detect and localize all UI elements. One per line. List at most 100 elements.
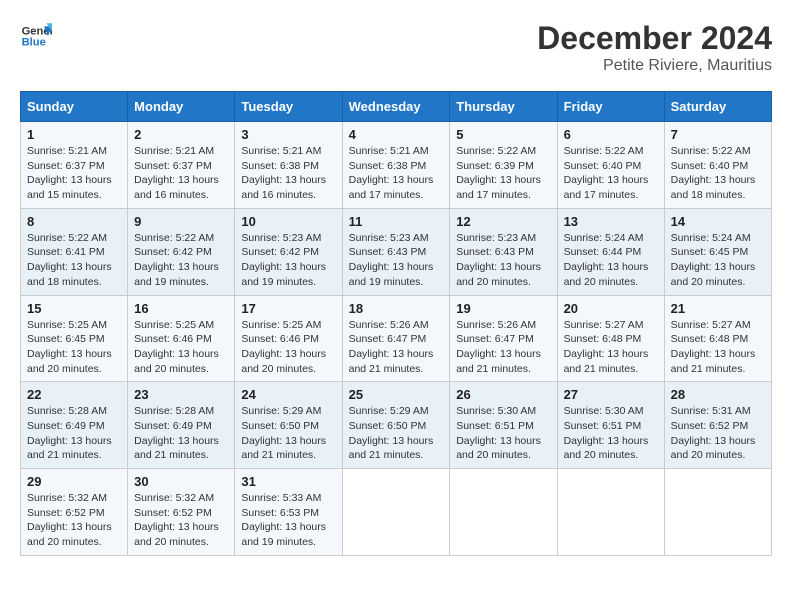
calendar-cell: 27 Sunrise: 5:30 AMSunset: 6:51 PMDaylig… <box>557 382 664 469</box>
day-info: Sunrise: 5:33 AMSunset: 6:53 PMDaylight:… <box>241 491 335 550</box>
calendar-cell: 30 Sunrise: 5:32 AMSunset: 6:52 PMDaylig… <box>128 469 235 556</box>
day-number: 15 <box>27 301 121 316</box>
day-number: 2 <box>134 127 228 142</box>
day-number: 12 <box>456 214 550 229</box>
day-info: Sunrise: 5:23 AMSunset: 6:43 PMDaylight:… <box>456 231 550 290</box>
calendar-cell: 26 Sunrise: 5:30 AMSunset: 6:51 PMDaylig… <box>450 382 557 469</box>
day-info: Sunrise: 5:21 AMSunset: 6:38 PMDaylight:… <box>241 144 335 203</box>
day-number: 28 <box>671 387 765 402</box>
day-number: 19 <box>456 301 550 316</box>
calendar-cell: 8 Sunrise: 5:22 AMSunset: 6:41 PMDayligh… <box>21 208 128 295</box>
day-number: 23 <box>134 387 228 402</box>
calendar-cell <box>342 469 450 556</box>
day-number: 11 <box>349 214 444 229</box>
calendar-week-3: 15 Sunrise: 5:25 AMSunset: 6:45 PMDaylig… <box>21 295 772 382</box>
column-header-saturday: Saturday <box>664 92 771 122</box>
calendar-cell: 29 Sunrise: 5:32 AMSunset: 6:52 PMDaylig… <box>21 469 128 556</box>
day-number: 6 <box>564 127 658 142</box>
calendar-cell <box>664 469 771 556</box>
day-info: Sunrise: 5:31 AMSunset: 6:52 PMDaylight:… <box>671 404 765 463</box>
calendar-cell: 15 Sunrise: 5:25 AMSunset: 6:45 PMDaylig… <box>21 295 128 382</box>
day-info: Sunrise: 5:27 AMSunset: 6:48 PMDaylight:… <box>564 318 658 377</box>
column-header-friday: Friday <box>557 92 664 122</box>
calendar-header-row: SundayMondayTuesdayWednesdayThursdayFrid… <box>21 92 772 122</box>
calendar-week-2: 8 Sunrise: 5:22 AMSunset: 6:41 PMDayligh… <box>21 208 772 295</box>
calendar-cell: 13 Sunrise: 5:24 AMSunset: 6:44 PMDaylig… <box>557 208 664 295</box>
calendar-cell: 24 Sunrise: 5:29 AMSunset: 6:50 PMDaylig… <box>235 382 342 469</box>
calendar-cell: 21 Sunrise: 5:27 AMSunset: 6:48 PMDaylig… <box>664 295 771 382</box>
calendar-cell: 23 Sunrise: 5:28 AMSunset: 6:49 PMDaylig… <box>128 382 235 469</box>
day-info: Sunrise: 5:21 AMSunset: 6:37 PMDaylight:… <box>27 144 121 203</box>
calendar-cell <box>450 469 557 556</box>
calendar-cell: 4 Sunrise: 5:21 AMSunset: 6:38 PMDayligh… <box>342 122 450 209</box>
day-info: Sunrise: 5:26 AMSunset: 6:47 PMDaylight:… <box>349 318 444 377</box>
day-info: Sunrise: 5:23 AMSunset: 6:43 PMDaylight:… <box>349 231 444 290</box>
day-info: Sunrise: 5:22 AMSunset: 6:40 PMDaylight:… <box>564 144 658 203</box>
page-header: General Blue December 2024 Petite Rivier… <box>20 20 772 75</box>
calendar-cell: 18 Sunrise: 5:26 AMSunset: 6:47 PMDaylig… <box>342 295 450 382</box>
day-number: 31 <box>241 474 335 489</box>
day-info: Sunrise: 5:30 AMSunset: 6:51 PMDaylight:… <box>456 404 550 463</box>
calendar-cell: 1 Sunrise: 5:21 AMSunset: 6:37 PMDayligh… <box>21 122 128 209</box>
day-info: Sunrise: 5:29 AMSunset: 6:50 PMDaylight:… <box>349 404 444 463</box>
day-number: 13 <box>564 214 658 229</box>
column-header-thursday: Thursday <box>450 92 557 122</box>
day-info: Sunrise: 5:23 AMSunset: 6:42 PMDaylight:… <box>241 231 335 290</box>
day-info: Sunrise: 5:32 AMSunset: 6:52 PMDaylight:… <box>27 491 121 550</box>
subtitle: Petite Riviere, Mauritius <box>537 57 772 75</box>
day-number: 21 <box>671 301 765 316</box>
day-info: Sunrise: 5:22 AMSunset: 6:42 PMDaylight:… <box>134 231 228 290</box>
calendar-cell: 19 Sunrise: 5:26 AMSunset: 6:47 PMDaylig… <box>450 295 557 382</box>
day-number: 14 <box>671 214 765 229</box>
day-number: 18 <box>349 301 444 316</box>
column-header-monday: Monday <box>128 92 235 122</box>
day-number: 20 <box>564 301 658 316</box>
day-info: Sunrise: 5:25 AMSunset: 6:46 PMDaylight:… <box>134 318 228 377</box>
column-header-wednesday: Wednesday <box>342 92 450 122</box>
calendar-cell: 31 Sunrise: 5:33 AMSunset: 6:53 PMDaylig… <box>235 469 342 556</box>
title-block: December 2024 Petite Riviere, Mauritius <box>537 20 772 75</box>
day-info: Sunrise: 5:22 AMSunset: 6:41 PMDaylight:… <box>27 231 121 290</box>
calendar-cell: 22 Sunrise: 5:28 AMSunset: 6:49 PMDaylig… <box>21 382 128 469</box>
day-number: 22 <box>27 387 121 402</box>
day-info: Sunrise: 5:22 AMSunset: 6:39 PMDaylight:… <box>456 144 550 203</box>
calendar-cell: 25 Sunrise: 5:29 AMSunset: 6:50 PMDaylig… <box>342 382 450 469</box>
day-number: 26 <box>456 387 550 402</box>
day-number: 5 <box>456 127 550 142</box>
day-info: Sunrise: 5:32 AMSunset: 6:52 PMDaylight:… <box>134 491 228 550</box>
calendar-week-1: 1 Sunrise: 5:21 AMSunset: 6:37 PMDayligh… <box>21 122 772 209</box>
day-info: Sunrise: 5:25 AMSunset: 6:45 PMDaylight:… <box>27 318 121 377</box>
calendar-cell: 10 Sunrise: 5:23 AMSunset: 6:42 PMDaylig… <box>235 208 342 295</box>
day-number: 1 <box>27 127 121 142</box>
day-info: Sunrise: 5:24 AMSunset: 6:44 PMDaylight:… <box>564 231 658 290</box>
calendar-cell: 7 Sunrise: 5:22 AMSunset: 6:40 PMDayligh… <box>664 122 771 209</box>
day-info: Sunrise: 5:25 AMSunset: 6:46 PMDaylight:… <box>241 318 335 377</box>
day-number: 7 <box>671 127 765 142</box>
calendar-cell <box>557 469 664 556</box>
calendar-cell: 3 Sunrise: 5:21 AMSunset: 6:38 PMDayligh… <box>235 122 342 209</box>
column-header-tuesday: Tuesday <box>235 92 342 122</box>
day-info: Sunrise: 5:28 AMSunset: 6:49 PMDaylight:… <box>27 404 121 463</box>
calendar-cell: 17 Sunrise: 5:25 AMSunset: 6:46 PMDaylig… <box>235 295 342 382</box>
day-info: Sunrise: 5:26 AMSunset: 6:47 PMDaylight:… <box>456 318 550 377</box>
calendar-cell: 11 Sunrise: 5:23 AMSunset: 6:43 PMDaylig… <box>342 208 450 295</box>
svg-text:Blue: Blue <box>22 37 46 49</box>
calendar-cell: 28 Sunrise: 5:31 AMSunset: 6:52 PMDaylig… <box>664 382 771 469</box>
calendar-table: SundayMondayTuesdayWednesdayThursdayFrid… <box>20 91 772 556</box>
calendar-cell: 16 Sunrise: 5:25 AMSunset: 6:46 PMDaylig… <box>128 295 235 382</box>
calendar-cell: 6 Sunrise: 5:22 AMSunset: 6:40 PMDayligh… <box>557 122 664 209</box>
day-number: 17 <box>241 301 335 316</box>
column-header-sunday: Sunday <box>21 92 128 122</box>
day-info: Sunrise: 5:30 AMSunset: 6:51 PMDaylight:… <box>564 404 658 463</box>
calendar-week-4: 22 Sunrise: 5:28 AMSunset: 6:49 PMDaylig… <box>21 382 772 469</box>
calendar-cell: 5 Sunrise: 5:22 AMSunset: 6:39 PMDayligh… <box>450 122 557 209</box>
day-info: Sunrise: 5:21 AMSunset: 6:37 PMDaylight:… <box>134 144 228 203</box>
day-number: 10 <box>241 214 335 229</box>
calendar-cell: 2 Sunrise: 5:21 AMSunset: 6:37 PMDayligh… <box>128 122 235 209</box>
logo-icon: General Blue <box>20 20 52 52</box>
day-number: 29 <box>27 474 121 489</box>
day-number: 9 <box>134 214 228 229</box>
day-number: 24 <box>241 387 335 402</box>
day-info: Sunrise: 5:22 AMSunset: 6:40 PMDaylight:… <box>671 144 765 203</box>
day-number: 16 <box>134 301 228 316</box>
